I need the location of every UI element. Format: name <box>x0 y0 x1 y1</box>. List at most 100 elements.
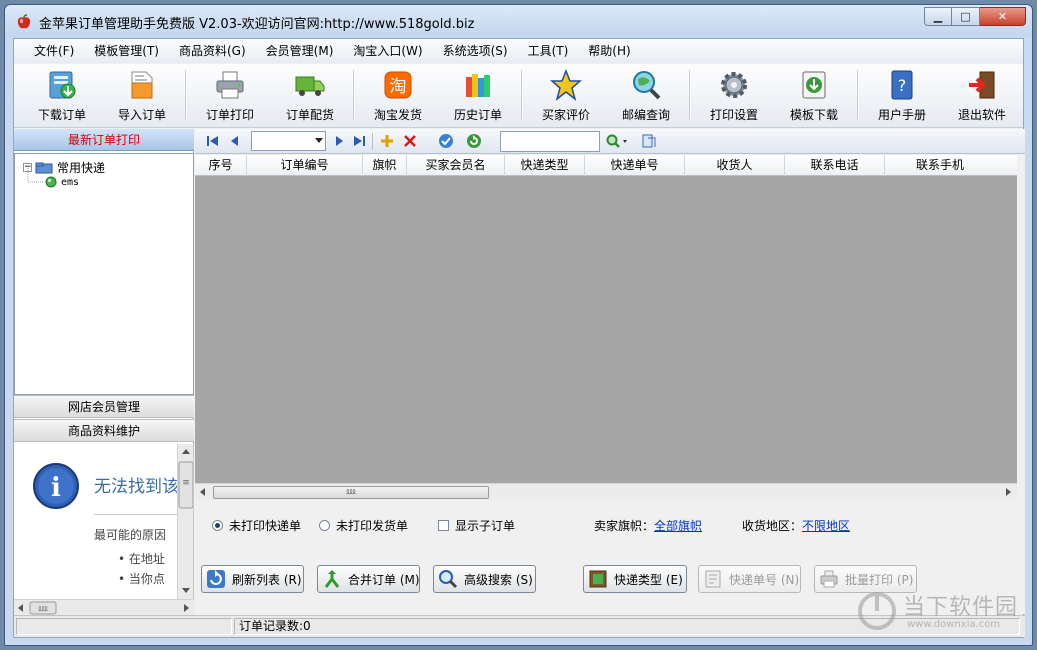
search-icon <box>439 570 458 589</box>
refresh-list-button[interactable]: 刷新列表 (R) <box>201 565 304 593</box>
postcode-query-button[interactable]: 邮编查询 <box>606 64 686 126</box>
toolbar-label: 订单打印 <box>205 108 254 122</box>
first-record-icon[interactable] <box>205 133 221 149</box>
close-button[interactable]: ✕ <box>980 7 1026 26</box>
refresh-record-icon[interactable] <box>466 133 482 149</box>
orders-pane: 序号 订单编号 旗帜 买家会员名 快递类型 快递单号 收货人 联系电话 联系手机… <box>195 129 1025 614</box>
col-phone[interactable]: 联系电话 <box>785 155 885 176</box>
tree-node-ems[interactable]: ems <box>45 176 79 188</box>
order-picking-button[interactable]: 订单配货 <box>270 64 350 126</box>
record-combo[interactable] <box>251 131 326 151</box>
orders-grid-header: 序号 订单编号 旗帜 买家会员名 快递类型 快递单号 收货人 联系电话 联系手机 <box>195 155 1017 176</box>
next-record-icon[interactable] <box>331 133 347 149</box>
window-controls: ▁ □ ✕ <box>924 7 1026 27</box>
nav-header-latest-orders[interactable]: 最新订单打印 <box>14 129 194 151</box>
exit-button[interactable]: 退出软件 <box>942 64 1022 126</box>
col-buyer[interactable]: 买家会员名 <box>407 155 505 176</box>
waybill-number-button[interactable]: 快递单号 (N) <box>698 565 801 593</box>
template-download-button[interactable]: 模板下载 <box>774 64 854 126</box>
truck-icon <box>295 76 325 96</box>
menu-tools[interactable]: 工具(T) <box>518 40 579 62</box>
button-label: 快递单号 (N) <box>729 572 800 587</box>
express-type-button[interactable]: 快递类型 (E) <box>583 565 687 593</box>
advanced-search-button[interactable]: 高级搜索 (S) <box>433 565 536 593</box>
batch-print-icon <box>820 570 838 588</box>
confirm-record-icon[interactable] <box>438 133 454 149</box>
title-bar[interactable]: 金苹果订单管理助手免费版 V2.03-欢迎访问官网:http://www.518… <box>5 5 1032 37</box>
menu-template[interactable]: 模板管理(T) <box>84 40 169 62</box>
button-label: 批量打印 (P) <box>845 572 914 587</box>
error-cause: 最可能的原因 <box>94 528 167 542</box>
error-divider <box>94 514 178 515</box>
prev-record-icon[interactable] <box>227 133 243 149</box>
merge-orders-button[interactable]: 合并订单 (M) <box>317 565 420 593</box>
minimize-button[interactable]: ▁ <box>924 7 952 26</box>
print-settings-button[interactable]: 打印设置 <box>694 64 774 126</box>
maximize-button[interactable]: □ <box>952 7 980 26</box>
col-flag[interactable]: 旗帜 <box>363 155 407 176</box>
menu-file[interactable]: 文件(F) <box>24 40 84 62</box>
nav-section-shop-members[interactable]: 网店会员管理 <box>14 395 194 418</box>
download-orders-button[interactable]: 下载订单 <box>22 64 102 126</box>
radio-unprinted-invoice[interactable] <box>319 520 330 531</box>
col-order-no[interactable]: 订单编号 <box>247 155 363 176</box>
menu-system[interactable]: 系统选项(S) <box>433 40 518 62</box>
filter-icon[interactable] <box>641 133 657 149</box>
buyer-review-button[interactable]: 买家评价 <box>526 64 606 126</box>
error-panel-vscrollbar[interactable]: ≡ <box>177 444 193 599</box>
add-record-icon[interactable] <box>379 133 395 149</box>
download-orders-icon <box>49 71 76 99</box>
download-template-icon <box>802 71 826 99</box>
print-orders-button[interactable]: 订单打印 <box>190 64 270 126</box>
import-orders-button[interactable]: 导入订单 <box>102 64 182 126</box>
menu-help[interactable]: 帮助(H) <box>578 40 640 62</box>
scroll-thumb[interactable]: ⅏ <box>213 486 489 499</box>
magnifier-globe-icon <box>633 71 661 100</box>
menu-taobao[interactable]: 淘宝入口(W) <box>343 40 432 62</box>
search-icon[interactable] <box>605 133 629 149</box>
green-ball-icon <box>45 176 57 188</box>
manual-glyph: ? <box>898 76 907 95</box>
bullet-text: 当你点 <box>128 572 165 586</box>
left-hscrollbar[interactable]: ⅏ <box>14 599 194 616</box>
radio-label: 未打印发货单 <box>336 519 409 533</box>
radio-unprinted-express[interactable] <box>212 520 223 531</box>
toolbar-label: 导入订单 <box>117 108 166 122</box>
bullet-text: 在地址 <box>128 552 165 566</box>
col-waybill[interactable]: 快递单号 <box>585 155 685 176</box>
toolbar-separator <box>185 70 187 120</box>
checkbox-show-sub-orders[interactable] <box>438 520 449 531</box>
toolbar-label: 历史订单 <box>453 108 502 122</box>
menu-members[interactable]: 会员管理(M) <box>256 40 344 62</box>
col-receiver[interactable]: 收货人 <box>685 155 785 176</box>
toolbar-separator <box>857 70 859 120</box>
toolbar-label: 打印设置 <box>709 108 758 122</box>
last-record-icon[interactable] <box>351 133 367 149</box>
orders-grid-body[interactable] <box>195 176 1017 483</box>
user-manual-button[interactable]: ? 用户手册 <box>862 64 942 126</box>
toolbar-label: 淘宝发货 <box>373 108 422 122</box>
navigator-search-input[interactable] <box>500 131 600 152</box>
nav-section-goods-maintenance[interactable]: 商品资料维护 <box>14 419 194 442</box>
taobao-glyph: 淘 <box>390 77 407 97</box>
express-tree: − 常用快递 ems <box>14 153 194 395</box>
history-orders-button[interactable]: 历史订单 <box>438 64 518 126</box>
watermark-url: www.downxia.com <box>907 619 1001 630</box>
bullet-glyph: • <box>118 572 126 586</box>
col-mobile[interactable]: 联系手机 <box>885 155 995 176</box>
seller-flag-link[interactable]: 全部旗帜 <box>654 517 702 534</box>
refresh-icon <box>207 570 225 588</box>
col-express-type[interactable]: 快递类型 <box>505 155 585 176</box>
menu-goods[interactable]: 商品资料(G) <box>169 40 256 62</box>
delete-record-icon[interactable] <box>402 133 418 149</box>
menu-bar: 文件(F) 模板管理(T) 商品资料(G) 会员管理(M) 淘宝入口(W) 系统… <box>14 39 1023 63</box>
taobao-ship-button[interactable]: 淘 淘宝发货 <box>358 64 438 126</box>
col-index[interactable]: 序号 <box>195 155 247 176</box>
watermark-text: 当下软件园 <box>903 595 1019 620</box>
button-label: 快递类型 (E) <box>614 572 683 587</box>
error-title: 无法找到该 <box>94 477 179 497</box>
navigator-separator <box>372 133 373 150</box>
region-link[interactable]: 不限地区 <box>802 517 850 534</box>
orders-grid-hscrollbar[interactable]: ⅏ <box>195 483 1017 500</box>
tree-node-label: 常用快递 <box>57 161 106 175</box>
